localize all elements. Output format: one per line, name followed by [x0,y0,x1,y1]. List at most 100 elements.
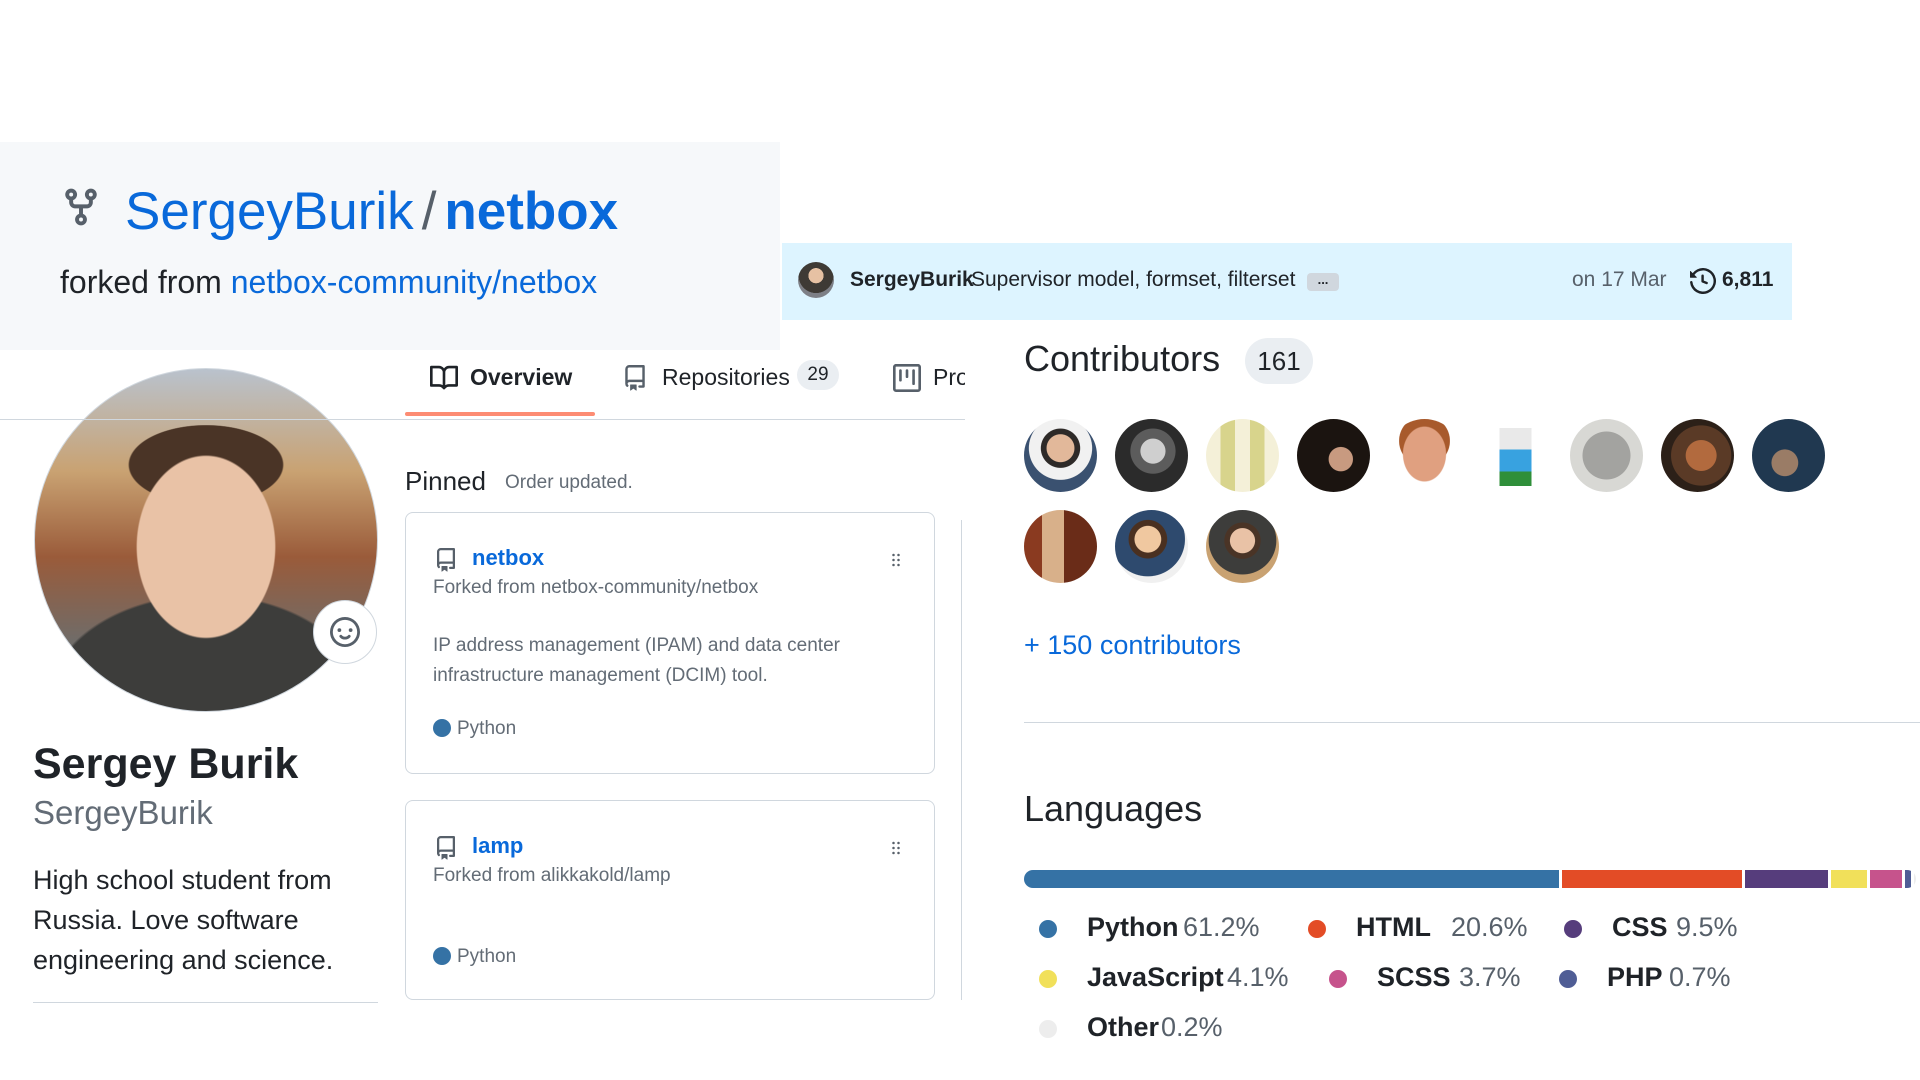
grabber-icon[interactable] [886,549,906,571]
more-contributors-link[interactable]: + 150 contributors [1024,630,1241,661]
forked-from-label: forked from [60,264,222,300]
contributors-count-badge: 161 [1245,338,1313,384]
pinned-repo-language: Python [433,718,516,740]
set-status-button[interactable] [313,600,377,664]
commit-date: on 17 Mar [1572,268,1667,291]
repo-name-link[interactable]: netbox [444,182,618,241]
languages-heading: Languages [1024,788,1203,829]
language-bar-segment[interactable] [1905,870,1912,888]
contributor-avatar[interactable] [1297,419,1370,492]
latest-commit-bar: SergeyBurik Supervisor model, formset, f… [782,243,1792,320]
contributor-avatar[interactable] [1206,510,1279,583]
repo-icon [625,365,645,391]
language-bar-segment[interactable] [1830,870,1867,888]
contributor-avatar[interactable] [1388,419,1461,492]
language-bar-segment[interactable] [1869,870,1903,888]
language-item[interactable]: HTML 20.6% [1300,912,1530,948]
pinned-repo-language: Python [433,946,516,968]
language-percent: 4.1% [1227,962,1289,992]
tab-repositories[interactable]: Repositories 29 [622,360,842,418]
contributor-avatar[interactable] [1661,419,1734,492]
language-percent: 0.2% [1161,1012,1223,1042]
commit-author-link[interactable]: SergeyBurik [850,268,974,292]
language-name: Python [1087,912,1179,942]
pinned-forked-from: Forked from alikkakold/lamp [433,865,671,886]
language-bar-segment[interactable] [1744,870,1828,888]
language-bar-segment[interactable] [1561,870,1742,888]
project-icon [893,364,921,392]
contributors-heading[interactable]: Contributors [1024,338,1220,380]
language-color-dot [1039,1020,1057,1038]
pinned-heading: Pinned [405,466,486,496]
sidebar-divider [33,1002,378,1003]
contributor-avatar[interactable] [1024,510,1097,583]
tab-repositories-label: Repositories [662,364,790,390]
language-color-dot [1559,970,1577,988]
contributor-avatar[interactable] [1499,419,1532,492]
tab-overview-label: Overview [470,364,573,390]
language-percent: 3.7% [1459,962,1521,992]
book-icon [430,365,458,390]
forked-from-line: forked from netbox-community/netbox [60,262,597,302]
language-item[interactable]: Other 0.2% [1031,1012,1251,1048]
language-name: Other [1087,1012,1160,1042]
language-item[interactable]: SCSS 3.7% [1321,962,1541,998]
language-color-dot [1039,920,1057,938]
repo-icon [437,548,455,572]
contributor-avatar[interactable] [1206,419,1279,492]
commit-message-link[interactable]: Supervisor model, formset, filterset [971,268,1295,292]
grabber-icon[interactable] [886,837,906,859]
pinned-status: Order updated. [505,472,633,493]
language-name: PHP [1607,962,1663,992]
contributor-avatar[interactable] [1024,419,1097,492]
repo-title: SergeyBurik / netbox [125,182,618,242]
language-color-dot [433,719,451,737]
language-name: JavaScript [1087,962,1224,992]
pinned-repo-link[interactable]: netbox [472,545,544,571]
profile-full-name: Sergey Burik [33,740,299,788]
language-color-dot [1564,920,1582,938]
repo-forked-icon [65,188,97,226]
language-percent: 61.2% [1183,912,1260,942]
pinned-language-label: Python [457,946,517,967]
smiley-icon [330,617,360,647]
pinned-repo-link[interactable]: lamp [472,833,523,859]
language-item[interactable]: JavaScript 4.1% [1031,962,1291,998]
commit-count-link[interactable]: 6,811 [1722,268,1773,292]
repositories-count-badge: 29 [797,360,839,390]
contributor-avatar[interactable] [1115,510,1188,583]
pinned-repo-card: netbox Forked from netbox-community/netb… [405,512,935,774]
language-color-dot [1308,920,1326,938]
language-item[interactable]: CSS 9.5% [1556,912,1756,948]
commit-author-avatar[interactable] [798,262,834,298]
pinned-language-label: Python [457,718,517,739]
tabs-divider [0,419,965,420]
pinned-repo-card: lamp Forked from alikkakold/lamp Python [405,800,935,1000]
contributor-avatar[interactable] [1115,419,1188,492]
language-name: HTML [1356,912,1431,942]
contributor-avatar[interactable] [1570,419,1643,492]
column-divider [961,520,962,1000]
tab-projects-label: Projects [933,364,965,390]
repo-owner-link[interactable]: SergeyBurik [125,182,414,241]
contributor-avatar[interactable] [1752,419,1825,492]
forked-from-link[interactable]: netbox-community/netbox [231,264,597,300]
language-bar-segment[interactable] [1914,870,1916,888]
language-bar-segment[interactable] [1024,870,1559,888]
tab-projects[interactable]: Projects [893,360,965,418]
commit-expand-button[interactable]: ... [1307,273,1339,291]
language-item[interactable]: Python 61.2% [1031,912,1281,948]
language-color-dot [1039,970,1057,988]
language-percent: 0.7% [1669,962,1731,992]
language-item[interactable]: PHP 0.7% [1551,962,1751,998]
repo-icon [437,836,455,860]
pinned-repo-description: IP address management (IPAM) and data ce… [433,635,840,686]
language-color-dot [1329,970,1347,988]
repo-title-separator: / [421,182,437,241]
active-tab-indicator [405,412,595,416]
language-color-dot [433,947,451,965]
tab-overview[interactable]: Overview [430,360,595,418]
language-percent: 9.5% [1676,912,1738,942]
pinned-forked-from: Forked from netbox-community/netbox [433,577,759,598]
history-icon [1690,268,1716,294]
